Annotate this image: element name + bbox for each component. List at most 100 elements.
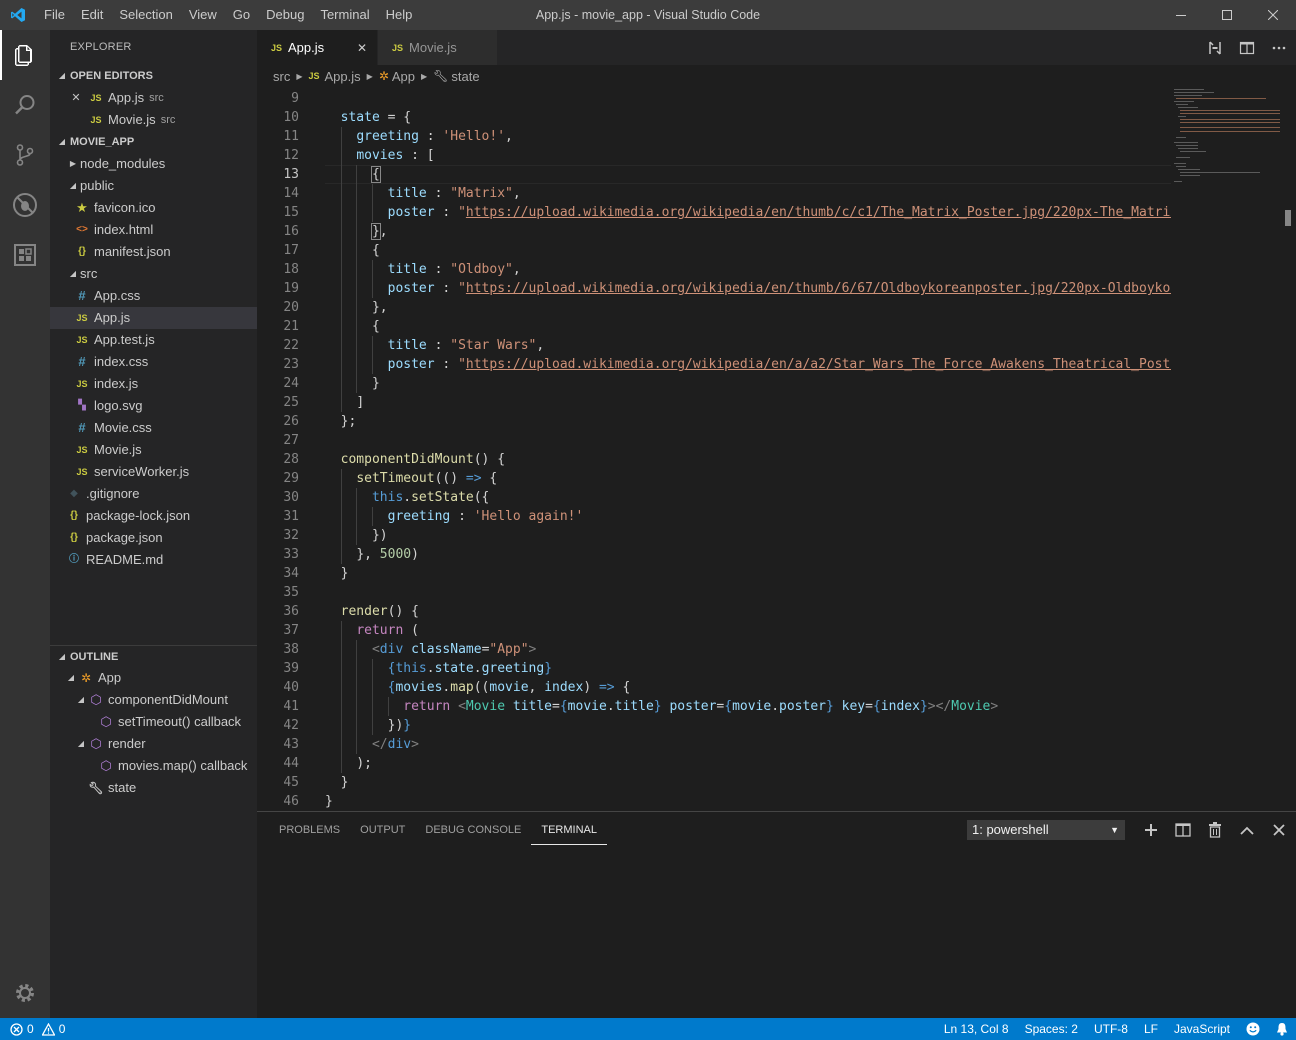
problems-status[interactable]: 0 0: [0, 1022, 65, 1036]
panel-tab-debug-console[interactable]: DEBUG CONSOLE: [415, 812, 531, 848]
code-line[interactable]: 14 title : "Matrix",: [257, 184, 1171, 203]
folder-item[interactable]: ◢ public: [50, 175, 257, 197]
language-mode[interactable]: JavaScript: [1166, 1018, 1238, 1040]
extensions-activity-button[interactable]: [0, 230, 50, 280]
manage-settings-button[interactable]: [0, 968, 50, 1018]
indentation-status[interactable]: Spaces: 2: [1017, 1018, 1086, 1040]
search-activity-button[interactable]: [0, 80, 50, 130]
code-line[interactable]: 45 }: [257, 773, 1171, 792]
menu-selection[interactable]: Selection: [111, 0, 180, 30]
close-window-button[interactable]: [1250, 0, 1296, 30]
close-icon[interactable]: ✕: [68, 87, 84, 109]
file-item[interactable]: ◆ .gitignore: [50, 483, 257, 505]
source-control-activity-button[interactable]: [0, 130, 50, 180]
breadcrumb-src[interactable]: src: [273, 69, 290, 84]
split-editor-button[interactable]: [1238, 39, 1256, 57]
kill-terminal-button[interactable]: [1206, 821, 1224, 839]
code-line[interactable]: 23 poster : "https://upload.wikimedia.or…: [257, 355, 1171, 374]
menu-terminal[interactable]: Terminal: [312, 0, 377, 30]
code-line[interactable]: 21 {: [257, 317, 1171, 336]
breadcrumb-class[interactable]: App: [392, 69, 415, 84]
code-line[interactable]: 29 setTimeout(() => {: [257, 469, 1171, 488]
eol-status[interactable]: LF: [1136, 1018, 1166, 1040]
code-line[interactable]: 15 poster : "https://upload.wikimedia.or…: [257, 203, 1171, 222]
file-item[interactable]: JS index.js: [50, 373, 257, 395]
chevron-down-icon[interactable]: ◢: [74, 733, 88, 755]
chevron-down-icon[interactable]: ◢: [74, 689, 88, 711]
outline-item[interactable]: 🔧︎ state: [50, 777, 257, 799]
tab-movie-js[interactable]: JS Movie.js: [377, 30, 497, 65]
code-line[interactable]: 34 }: [257, 564, 1171, 583]
close-panel-button[interactable]: [1270, 821, 1288, 839]
code-line[interactable]: 32 }): [257, 526, 1171, 545]
code-line[interactable]: 24 }: [257, 374, 1171, 393]
menu-help[interactable]: Help: [378, 0, 421, 30]
file-item[interactable]: ★ favicon.ico: [50, 197, 257, 219]
breadcrumb-file[interactable]: App.js: [325, 69, 361, 84]
code-line[interactable]: 20 },: [257, 298, 1171, 317]
file-item[interactable]: JS App.test.js: [50, 329, 257, 351]
code-line[interactable]: 31 greeting : 'Hello again!': [257, 507, 1171, 526]
debug-activity-button[interactable]: [0, 180, 50, 230]
code-line[interactable]: 44 );: [257, 754, 1171, 773]
code-line[interactable]: 16 },: [257, 222, 1171, 241]
feedback-button[interactable]: [1238, 1018, 1268, 1040]
encoding-status[interactable]: UTF-8: [1086, 1018, 1136, 1040]
outline-item[interactable]: ⬡ setTimeout() callback: [50, 711, 257, 733]
maximize-panel-button[interactable]: [1238, 821, 1256, 839]
menu-file[interactable]: File: [36, 0, 73, 30]
notifications-button[interactable]: [1268, 1018, 1296, 1040]
open-changes-button[interactable]: [1206, 39, 1224, 57]
folder-item[interactable]: ▶ node_modules: [50, 153, 257, 175]
outline-item[interactable]: ◢ ✲ App: [50, 667, 257, 689]
code-line[interactable]: 37 return (: [257, 621, 1171, 640]
chevron-right-icon[interactable]: ▶: [66, 153, 80, 175]
open-editors-header[interactable]: ◢ OPEN EDITORS: [50, 65, 257, 87]
code-editor[interactable]: 9 10 state = {11 greeting : 'Hello!', 12 m…: [257, 87, 1171, 811]
code-line[interactable]: 12 movies : [: [257, 146, 1171, 165]
menu-view[interactable]: View: [181, 0, 225, 30]
code-line[interactable]: 28 componentDidMount() {: [257, 450, 1171, 469]
file-item[interactable]: JS App.js: [50, 307, 257, 329]
code-line[interactable]: 35: [257, 583, 1171, 602]
folder-item[interactable]: ◢ src: [50, 263, 257, 285]
code-line[interactable]: 9: [257, 89, 1171, 108]
code-line[interactable]: 11 greeting : 'Hello!',: [257, 127, 1171, 146]
code-line[interactable]: 13 {: [257, 165, 1171, 184]
tab-app-js[interactable]: JS App.js ✕: [257, 30, 377, 65]
open-editor-item[interactable]: ✕ JS App.js src: [50, 87, 257, 109]
code-line[interactable]: 41 return <Movie title={movie.title} pos…: [257, 697, 1171, 716]
close-tab-icon[interactable]: ✕: [357, 41, 367, 55]
code-line[interactable]: 43 </div>: [257, 735, 1171, 754]
code-line[interactable]: 26 };: [257, 412, 1171, 431]
file-item[interactable]: {} manifest.json: [50, 241, 257, 263]
minimize-button[interactable]: [1158, 0, 1204, 30]
new-terminal-button[interactable]: [1142, 821, 1160, 839]
project-header[interactable]: ◢ MOVIE_APP: [50, 131, 257, 153]
terminal-select[interactable]: 1: powershell ▼: [967, 820, 1125, 840]
menu-debug[interactable]: Debug: [258, 0, 312, 30]
panel-tab-output[interactable]: OUTPUT: [350, 812, 415, 848]
code-line[interactable]: 18 title : "Oldboy",: [257, 260, 1171, 279]
code-line[interactable]: 42 })}: [257, 716, 1171, 735]
chevron-down-icon[interactable]: ◢: [66, 175, 80, 197]
file-item[interactable]: # App.css: [50, 285, 257, 307]
explorer-activity-button[interactable]: [0, 30, 50, 80]
code-line[interactable]: 22 title : "Star Wars",: [257, 336, 1171, 355]
code-line[interactable]: 10 state = {: [257, 108, 1171, 127]
code-line[interactable]: 40 {movies.map((movie, index) => {: [257, 678, 1171, 697]
cursor-position[interactable]: Ln 13, Col 8: [936, 1018, 1017, 1040]
more-actions-button[interactable]: [1270, 39, 1288, 57]
panel-tab-terminal[interactable]: TERMINAL: [531, 812, 607, 845]
code-line[interactable]: 27: [257, 431, 1171, 450]
code-line[interactable]: 17 {: [257, 241, 1171, 260]
code-line[interactable]: 36 render() {: [257, 602, 1171, 621]
code-line[interactable]: 39 {this.state.greeting}: [257, 659, 1171, 678]
breadcrumb-property[interactable]: state: [451, 69, 479, 84]
code-line[interactable]: 19 poster : "https://upload.wikimedia.or…: [257, 279, 1171, 298]
minimap[interactable]: [1171, 87, 1296, 811]
file-item[interactable]: ▚ logo.svg: [50, 395, 257, 417]
panel-tab-problems[interactable]: PROBLEMS: [269, 812, 350, 848]
split-terminal-button[interactable]: [1174, 821, 1192, 839]
file-item[interactable]: ⓘ README.md: [50, 549, 257, 571]
